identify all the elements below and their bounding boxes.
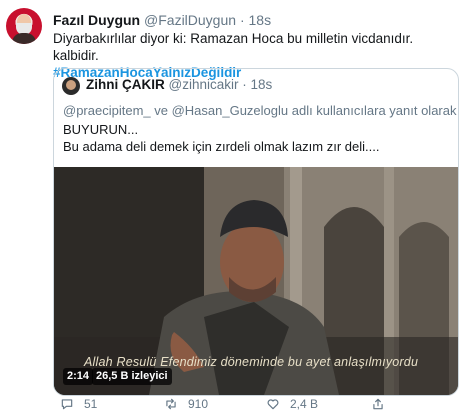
quote-text: BUYURUN... Bu adama deli demek için zırd…: [63, 121, 379, 155]
share-icon: [373, 398, 383, 410]
tweet-actions: 51 910 2,4 B: [53, 397, 458, 413]
like-button[interactable]: 2,4 B: [266, 397, 318, 411]
reply-button[interactable]: 51: [60, 397, 97, 411]
video-caption: Allah Resulü Efendimiz döneminde bu ayet…: [84, 355, 419, 369]
replying-to: @praecipitem_ ve @Hasan_Guzeloglu adlı k…: [63, 103, 457, 118]
author-avatar[interactable]: [6, 8, 42, 44]
reply-icon: [61, 399, 73, 410]
quote-header: Zihni ÇAKIR @zihnicakir · 18s: [86, 77, 272, 92]
share-button[interactable]: [371, 397, 385, 411]
like-icon: [267, 399, 279, 410]
quote-line-1: BUYURUN...: [63, 122, 139, 137]
quote-separator-dot: ·: [242, 77, 247, 92]
quote-author-avatar[interactable]: [62, 77, 80, 95]
reply-count: 51: [84, 397, 98, 411]
tweet: Fazıl Duygun @FazilDuygun · 18s Diyarbak…: [0, 0, 470, 416]
separator-dot: ·: [239, 12, 245, 28]
author-name[interactable]: Fazıl Duygun: [53, 12, 140, 28]
retweet-count: 910: [188, 397, 209, 411]
tweet-time[interactable]: 18s: [249, 12, 272, 28]
tweet-body: Diyarbakırlılar diyor ki: Ramazan Hoca b…: [53, 31, 414, 63]
quote-time[interactable]: 18s: [251, 77, 273, 92]
quote-author-name[interactable]: Zihni ÇAKIR: [86, 77, 165, 92]
retweet-icon: [166, 398, 176, 410]
like-count: 2,4 B: [290, 397, 319, 411]
quote-author-handle[interactable]: @zihnicakir: [169, 77, 239, 92]
video-player[interactable]: Allah Resulü Efendimiz döneminde bu ayet…: [54, 167, 458, 395]
retweet-button[interactable]: 910: [164, 397, 208, 411]
video-views: 26,5 B izleyici: [92, 368, 172, 385]
author-handle[interactable]: @FazilDuygun: [144, 12, 236, 28]
video-duration: 2:14: [63, 368, 94, 385]
quoted-tweet[interactable]: Zihni ÇAKIR @zihnicakir · 18s @praecipit…: [53, 68, 459, 396]
quote-line-2: Bu adama deli demek için zırdeli olmak l…: [63, 139, 380, 154]
tweet-header: Fazıl Duygun @FazilDuygun · 18s: [53, 12, 271, 28]
